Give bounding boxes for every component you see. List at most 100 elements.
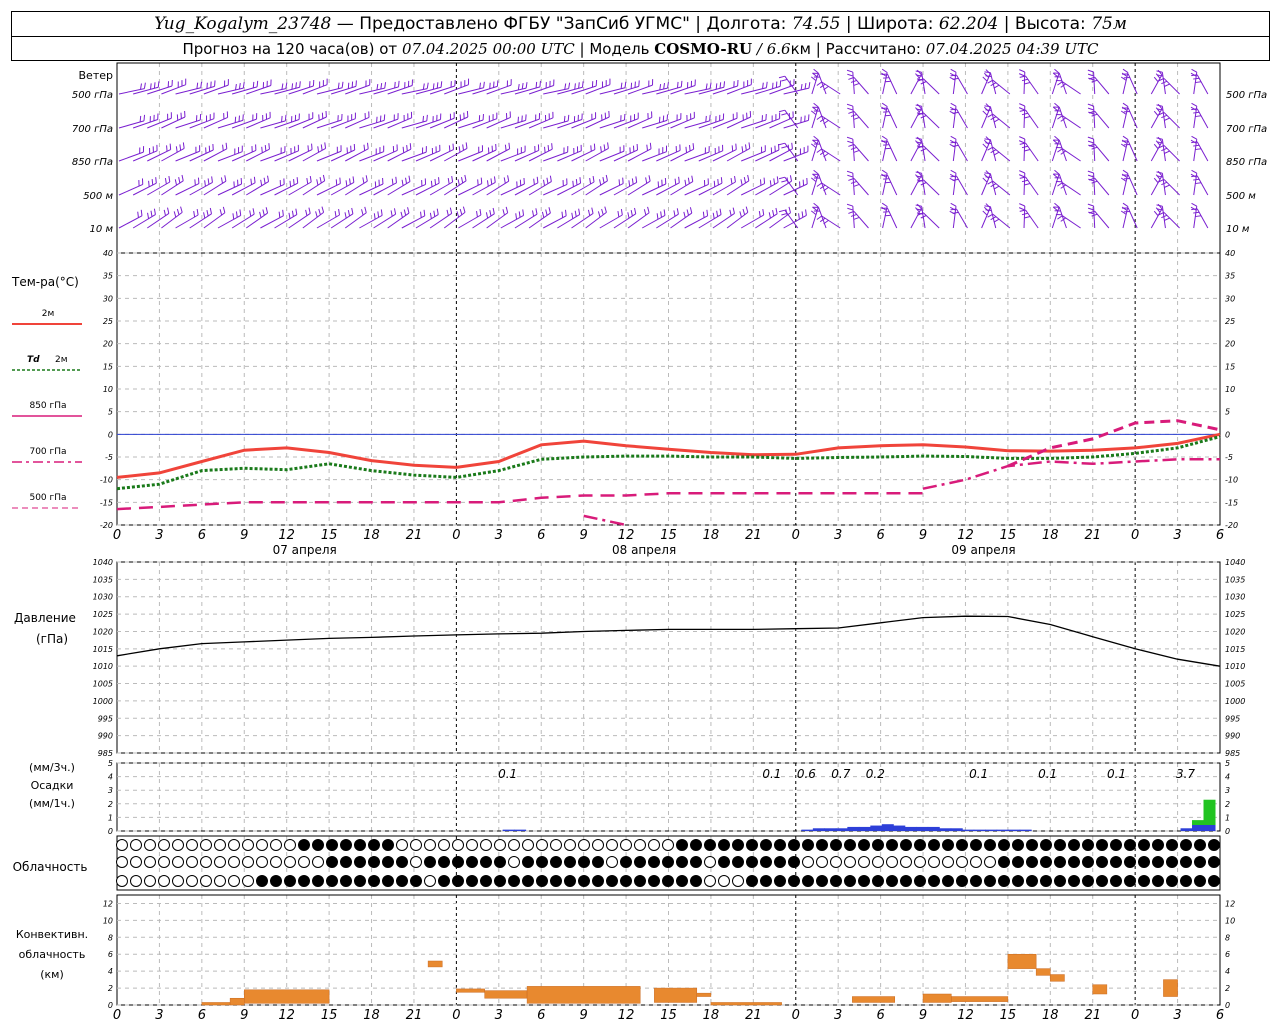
y-tick-right: -10 bbox=[1225, 476, 1238, 485]
cloud-cover-symbol bbox=[634, 856, 646, 868]
wind-barb-feather bbox=[816, 115, 823, 120]
wind-barb-feather bbox=[393, 208, 397, 215]
wind-barb bbox=[1062, 115, 1081, 129]
wind-barb-feather bbox=[745, 206, 749, 213]
cloud-cover-symbol bbox=[1180, 875, 1192, 887]
wind-barb-feather bbox=[547, 144, 550, 152]
precip-bar-green bbox=[1192, 820, 1205, 825]
wind-barb-feather bbox=[1163, 150, 1170, 154]
cloud-cover-symbol bbox=[1180, 839, 1192, 851]
x-tick-bottom: 0 bbox=[113, 1008, 121, 1023]
cloud-cover-symbol bbox=[1152, 839, 1164, 851]
wind-barb-feather bbox=[515, 213, 518, 220]
conv-label-1: Конвективн. bbox=[16, 928, 88, 941]
wind-barb-feather bbox=[422, 83, 425, 90]
legend-500-label: 500 гПа bbox=[29, 493, 66, 503]
wind-barb bbox=[1062, 182, 1081, 196]
wind-barb-feather bbox=[541, 211, 545, 218]
cloud-cover-symbol bbox=[578, 856, 590, 868]
wind-barb-feather bbox=[196, 208, 199, 216]
wind-barb-feather bbox=[1018, 174, 1025, 178]
wind-barb-feather bbox=[984, 205, 991, 208]
wind-barb-feather bbox=[337, 82, 340, 89]
y-tick-left: 40 bbox=[103, 249, 113, 258]
wind-barb-feather bbox=[426, 82, 429, 89]
wind-barb bbox=[1127, 207, 1138, 229]
cloud-cover-symbol bbox=[284, 839, 296, 851]
wind-barb-feather bbox=[390, 210, 393, 217]
precip-bar-blue bbox=[835, 828, 848, 831]
wind-barb-feather bbox=[395, 176, 397, 183]
wind-barb-feather bbox=[985, 75, 992, 78]
cloud-cover-symbol bbox=[746, 856, 758, 868]
x-tick-bottom: 0 bbox=[452, 1008, 460, 1023]
day-label: 07 апреля bbox=[273, 543, 337, 557]
wind-barb-feather bbox=[429, 212, 432, 219]
cloud-cover-symbol bbox=[536, 856, 548, 868]
wind-barb-feather bbox=[1019, 203, 1025, 207]
wind-barb-feather bbox=[548, 207, 551, 214]
cloud-cover-symbol bbox=[788, 839, 800, 851]
wind-barb-feather bbox=[546, 177, 549, 184]
cloud-cover-symbol bbox=[368, 856, 380, 868]
wind-barb-feather bbox=[813, 202, 819, 208]
wind-barb-feather bbox=[1163, 184, 1170, 188]
x-tick-bottom: 18 bbox=[363, 1008, 380, 1023]
wind-barb-feather bbox=[1122, 202, 1129, 207]
wind-barb-feather bbox=[436, 208, 439, 215]
cloud-cover-symbol bbox=[1166, 856, 1178, 868]
wind-barb-feather bbox=[1191, 202, 1198, 207]
wind-barb-feather bbox=[847, 107, 854, 111]
wind-barb-feather bbox=[178, 177, 181, 184]
wind-barb-feather bbox=[306, 177, 309, 185]
wind-barb-feather bbox=[635, 176, 638, 183]
wind-barb-feather bbox=[253, 176, 256, 183]
precip-bar-blue bbox=[962, 829, 975, 831]
x-tick-temp: 3 bbox=[495, 528, 503, 543]
day-label: 09 апреля bbox=[951, 543, 1015, 557]
wind-barb-feather bbox=[179, 144, 182, 151]
wind-barb bbox=[981, 140, 991, 162]
wind-barb-feather bbox=[153, 82, 156, 89]
wind-barb bbox=[821, 115, 841, 129]
wind-barb-feather bbox=[881, 68, 888, 73]
wind-barb-feather bbox=[592, 175, 595, 183]
cloud-cover-symbol bbox=[816, 839, 828, 851]
wind-barb-feather bbox=[349, 178, 351, 185]
wind-barb-feather bbox=[1057, 182, 1063, 187]
wind-barb-feather bbox=[1024, 82, 1031, 85]
wind-barb-feather bbox=[716, 210, 719, 217]
x-tick-temp: 18 bbox=[1042, 528, 1059, 543]
wind-barb-feather bbox=[634, 207, 637, 214]
y-tick-left: -5 bbox=[105, 453, 113, 462]
conv-label-3: (км) bbox=[40, 968, 64, 981]
cloud-cover-symbol bbox=[1152, 856, 1164, 868]
cloud-cover-symbol bbox=[830, 839, 842, 851]
cloud-cover-symbol bbox=[396, 839, 408, 851]
wind-barb bbox=[853, 144, 869, 162]
cloud-cover-symbol bbox=[116, 839, 128, 851]
wind-barb-feather bbox=[1057, 81, 1063, 86]
wind-barb-feather bbox=[503, 177, 506, 184]
wind-barb-feather bbox=[740, 179, 743, 186]
wind-barb-feather bbox=[490, 178, 493, 185]
wind-barb-feather bbox=[985, 103, 991, 109]
wind-barb-feather bbox=[846, 69, 853, 73]
cloud-cover-symbol bbox=[116, 856, 128, 868]
wind-barb-feather bbox=[1163, 217, 1170, 221]
wind-barb bbox=[1094, 110, 1110, 129]
y-tick-right: 5 bbox=[1225, 408, 1230, 417]
x-tick-bottom: 3 bbox=[155, 1008, 163, 1023]
cloud-cover-symbol bbox=[690, 856, 702, 868]
cloud-cover-symbol bbox=[340, 875, 352, 887]
wind-barb-feather bbox=[730, 177, 733, 185]
precip-annotation: 0.1 bbox=[969, 767, 988, 781]
wind-barb-feather bbox=[589, 177, 592, 185]
cloud-cover-symbol bbox=[1110, 839, 1122, 851]
x-tick-bottom: 3 bbox=[1173, 1008, 1181, 1023]
wind-level-label: 500 м bbox=[83, 191, 113, 202]
wind-barb-feather bbox=[308, 207, 311, 214]
wind-barb-feather bbox=[660, 211, 662, 218]
cloud-cover-symbol bbox=[214, 875, 226, 887]
wind-barb-feather bbox=[601, 208, 604, 215]
